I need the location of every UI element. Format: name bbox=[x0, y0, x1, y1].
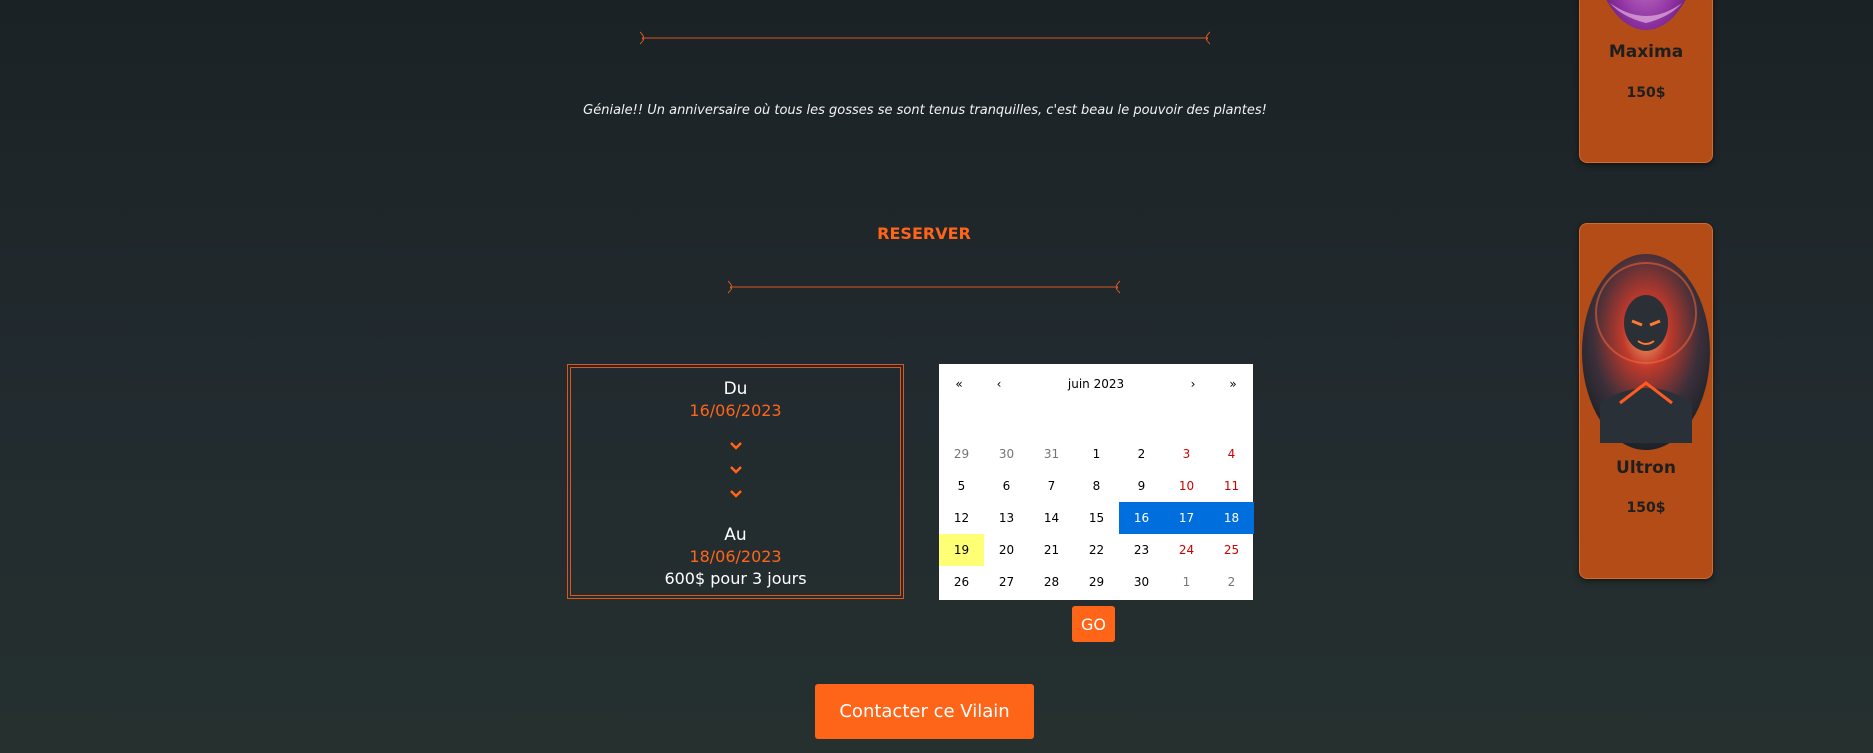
section-divider-top bbox=[640, 31, 1210, 45]
date-range-summary: Du 16/06/2023 Au 18/06/2023 600$ pour 3 … bbox=[567, 364, 904, 599]
to-label: Au bbox=[724, 525, 747, 545]
calendar-day[interactable]: 11 bbox=[1209, 470, 1254, 502]
villain-portrait bbox=[1580, 253, 1712, 451]
from-label: Du bbox=[723, 379, 748, 399]
calendar-day[interactable]: 2 bbox=[1119, 438, 1164, 470]
chevron-down-icon bbox=[729, 441, 743, 451]
prev-month-button[interactable]: ‹ bbox=[979, 372, 1019, 396]
calendar-day[interactable]: 29 bbox=[939, 438, 984, 470]
chevron-down-icon bbox=[729, 489, 743, 499]
section-divider-reserve bbox=[728, 280, 1120, 294]
testimonial-text: Géniale!! Un anniversaire où tous les go… bbox=[583, 103, 1267, 118]
calendar-day[interactable]: 23 bbox=[1119, 534, 1164, 566]
price-total: 600$ pour 3 jours bbox=[664, 569, 807, 588]
villain-card-ultron[interactable]: Ultron 150$ bbox=[1579, 223, 1713, 579]
calendar-day[interactable]: 24 bbox=[1164, 534, 1209, 566]
calendar-day[interactable]: 19 bbox=[939, 534, 984, 566]
calendar-day[interactable]: 21 bbox=[1029, 534, 1074, 566]
calendar-day[interactable]: 17 bbox=[1164, 502, 1209, 534]
calendar-day[interactable]: 3 bbox=[1164, 438, 1209, 470]
calendar-day[interactable]: 5 bbox=[939, 470, 984, 502]
calendar-day[interactable]: 18 bbox=[1209, 502, 1254, 534]
next-year-button[interactable]: » bbox=[1213, 372, 1253, 396]
calendar-day[interactable]: 10 bbox=[1164, 470, 1209, 502]
villain-price: 150$ bbox=[1626, 85, 1666, 101]
villain-card-maxima[interactable]: Maxima 150$ bbox=[1579, 0, 1713, 163]
go-button[interactable]: GO bbox=[1072, 606, 1115, 642]
calendar-day[interactable]: 22 bbox=[1074, 534, 1119, 566]
villain-name: Ultron bbox=[1616, 458, 1676, 478]
villain-price: 150$ bbox=[1626, 500, 1666, 516]
to-date: 18/06/2023 bbox=[689, 547, 782, 566]
calendar-day[interactable]: 13 bbox=[984, 502, 1029, 534]
calendar-day[interactable]: 9 bbox=[1119, 470, 1164, 502]
month-label[interactable]: juin 2023 bbox=[1019, 372, 1173, 396]
calendar-day[interactable]: 2 bbox=[1209, 566, 1254, 598]
calendar-day[interactable]: 7 bbox=[1029, 470, 1074, 502]
calendar-day[interactable]: 30 bbox=[984, 438, 1029, 470]
villain-portrait bbox=[1580, 0, 1712, 31]
contact-villain-button[interactable]: Contacter ce Vilain bbox=[815, 684, 1034, 739]
calendar-day[interactable]: 25 bbox=[1209, 534, 1254, 566]
calendar-day[interactable]: 31 bbox=[1029, 438, 1074, 470]
calendar-day[interactable]: 30 bbox=[1119, 566, 1164, 598]
from-date: 16/06/2023 bbox=[689, 401, 782, 420]
prev-year-button[interactable]: « bbox=[939, 372, 979, 396]
villain-name: Maxima bbox=[1608, 42, 1684, 62]
calendar-day[interactable]: 1 bbox=[1164, 566, 1209, 598]
calendar-day[interactable]: 6 bbox=[984, 470, 1029, 502]
calendar-day[interactable]: 12 bbox=[939, 502, 984, 534]
calendar-day[interactable]: 26 bbox=[939, 566, 984, 598]
next-month-button[interactable]: › bbox=[1173, 372, 1213, 396]
reserve-heading: RESERVER bbox=[877, 224, 971, 243]
calendar-day[interactable]: 14 bbox=[1029, 502, 1074, 534]
calendar-day[interactable]: 29 bbox=[1074, 566, 1119, 598]
calendar-day[interactable]: 15 bbox=[1074, 502, 1119, 534]
calendar-day[interactable]: 4 bbox=[1209, 438, 1254, 470]
chevron-down-icon bbox=[729, 465, 743, 475]
calendar-day[interactable]: 27 bbox=[984, 566, 1029, 598]
calendar-day[interactable]: 20 bbox=[984, 534, 1029, 566]
calendar-day[interactable]: 28 bbox=[1029, 566, 1074, 598]
calendar-day[interactable]: 1 bbox=[1074, 438, 1119, 470]
calendar-day[interactable]: 8 bbox=[1074, 470, 1119, 502]
calendar-day[interactable]: 16 bbox=[1119, 502, 1164, 534]
